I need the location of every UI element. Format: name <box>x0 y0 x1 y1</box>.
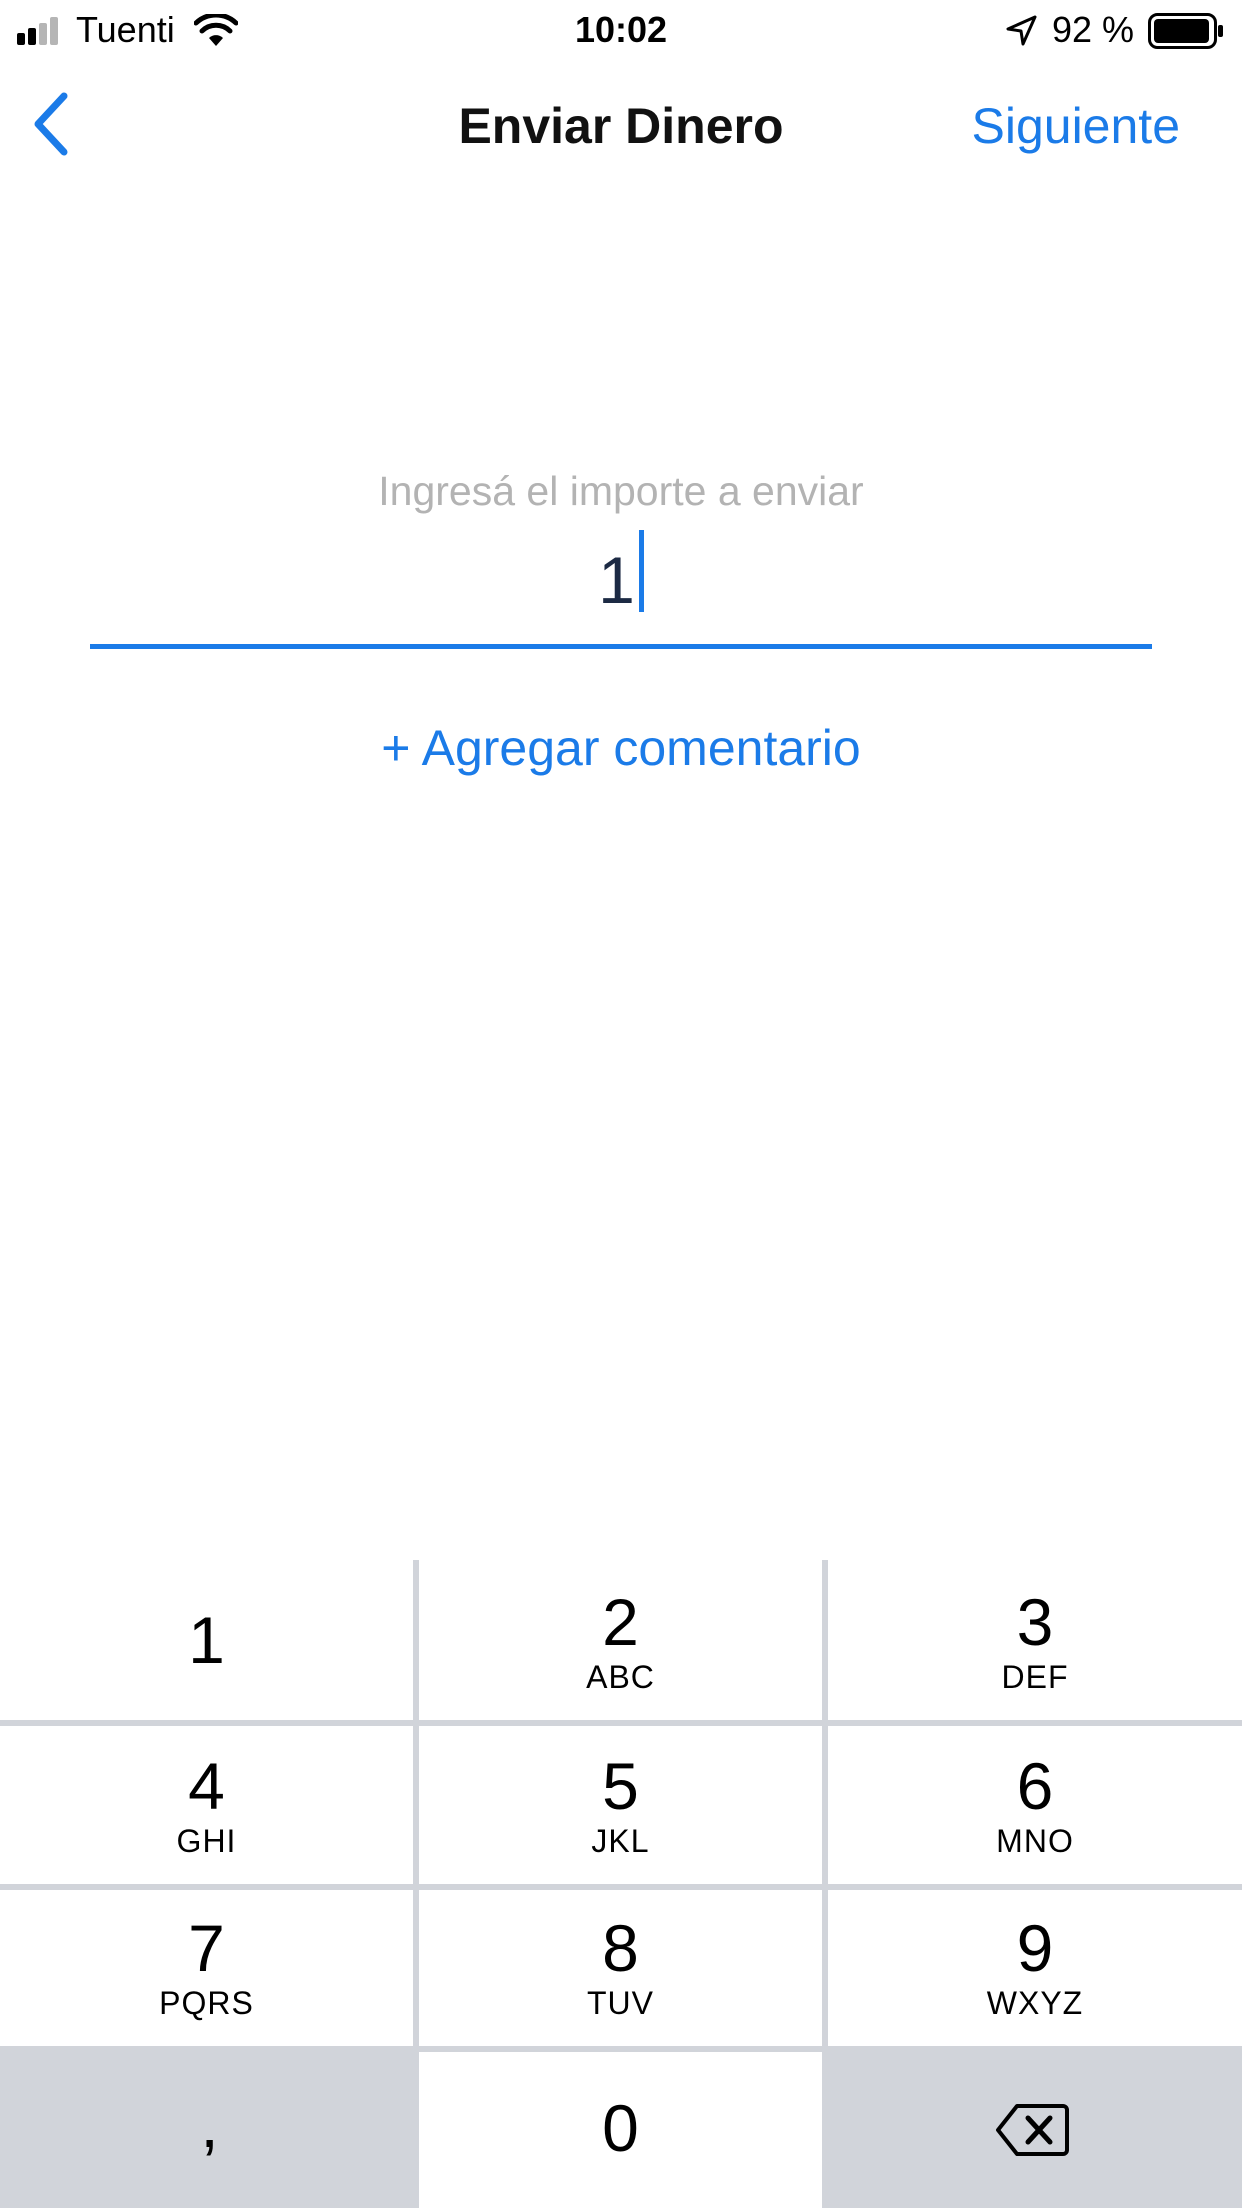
key-1[interactable]: 1 <box>0 1560 413 1720</box>
key-8[interactable]: 8 TUV <box>419 1890 822 2046</box>
key-digit: 9 <box>1016 1911 1054 1985</box>
key-digit: 1 <box>188 1603 225 1677</box>
key-letters: MNO <box>996 1823 1074 1859</box>
key-2[interactable]: 2 ABC <box>419 1560 822 1720</box>
key-letters: ABC <box>586 1659 655 1695</box>
key-letters: WXYZ <box>986 1985 1084 2021</box>
backspace-icon <box>996 2104 1069 2156</box>
key-5[interactable]: 5 JKL <box>419 1726 822 1884</box>
numeric-keypad: 1 2 ABC 3 DEF 4 GHI 5 JKL 6 MNO 7 PQRS 8 <box>0 1560 1242 2208</box>
key-7[interactable]: 7 PQRS <box>0 1890 413 2046</box>
status-bar: Tuenti 10:02 92 % <box>0 0 1242 60</box>
key-letters: JKL <box>591 1823 650 1859</box>
send-money-screen: Tuenti 10:02 92 % Enviar Dinero Siguient… <box>0 0 1242 2208</box>
amount-placeholder-label: Ingresá el importe a enviar <box>378 468 864 514</box>
backspace-key[interactable] <box>822 2052 1242 2208</box>
key-digit: 7 <box>188 1911 225 1985</box>
key-digit: , <box>200 2087 219 2161</box>
key-comma[interactable]: , <box>0 2052 419 2208</box>
navigation-bar: Enviar Dinero Siguiente <box>0 70 1242 180</box>
key-0[interactable]: 0 <box>419 2052 822 2208</box>
key-9[interactable]: 9 WXYZ <box>828 1890 1242 2046</box>
key-digit: 4 <box>188 1749 225 1823</box>
key-6[interactable]: 6 MNO <box>828 1726 1242 1884</box>
battery-icon <box>1148 13 1223 49</box>
key-digit: 5 <box>602 1749 639 1823</box>
key-digit: 3 <box>1016 1585 1054 1659</box>
amount-value: 1 <box>598 543 635 617</box>
text-cursor <box>638 530 644 612</box>
key-digit: 2 <box>602 1585 639 1659</box>
key-letters: DEF <box>1001 1659 1069 1695</box>
key-digit: 6 <box>1016 1749 1054 1823</box>
key-letters: TUV <box>587 1985 654 2021</box>
add-comment-button[interactable]: + Agregar comentario <box>0 718 1242 778</box>
battery-percent: 92 % <box>1052 9 1135 50</box>
next-button[interactable]: Siguiente <box>972 96 1181 156</box>
amount-input[interactable]: 1 <box>90 522 1152 649</box>
key-4[interactable]: 4 GHI <box>0 1726 413 1884</box>
location-arrow-icon <box>1006 15 1037 46</box>
key-digit: 8 <box>602 1911 639 1985</box>
key-letters: PQRS <box>159 1985 254 2021</box>
key-digit: 0 <box>602 2091 639 2165</box>
key-letters: GHI <box>176 1823 237 1859</box>
key-3[interactable]: 3 DEF <box>828 1560 1242 1720</box>
